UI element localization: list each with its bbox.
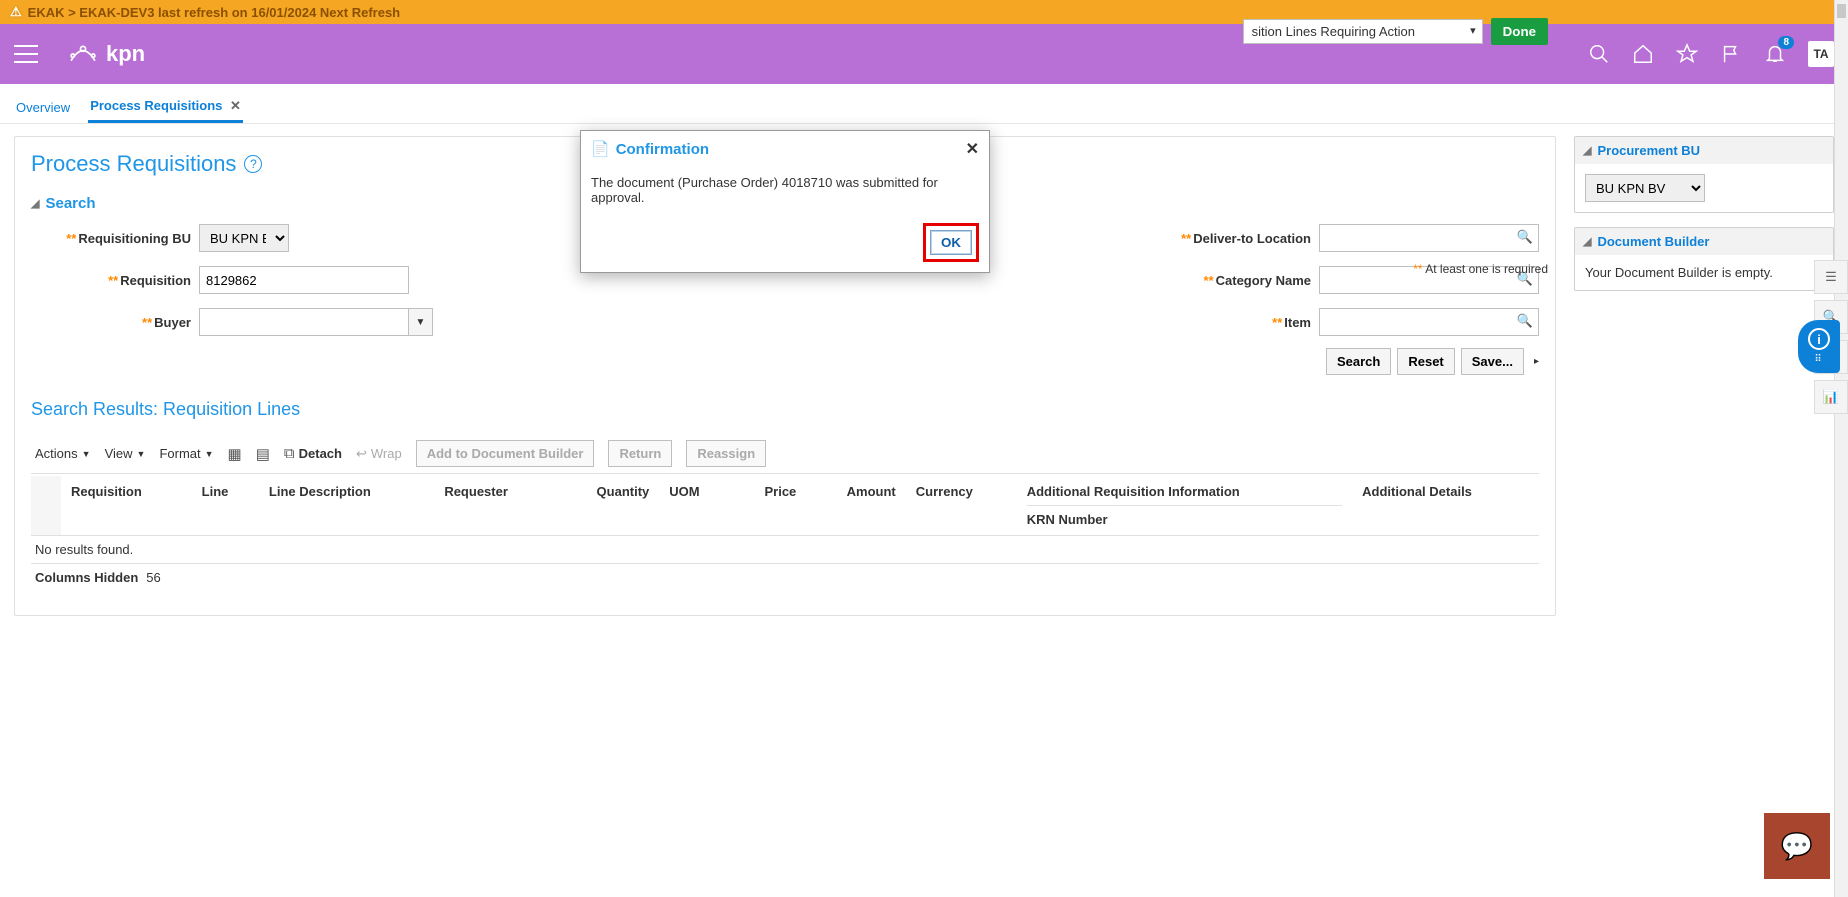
- format-menu[interactable]: Format▼: [159, 446, 213, 461]
- requisition-input[interactable]: [199, 266, 409, 294]
- search-lov-icon[interactable]: 🔍: [1517, 229, 1533, 245]
- procurement-bu-select[interactable]: BU KPN BV: [1585, 174, 1705, 202]
- add-to-doc-builder-button[interactable]: Add to Document Builder: [416, 440, 595, 467]
- confirmation-dialog: 📄 Confirmation ✕ The document (Purchase …: [580, 130, 990, 273]
- brand-text: kpn: [106, 41, 145, 67]
- rail-page-icon[interactable]: ☰: [1814, 260, 1848, 294]
- view-menu[interactable]: View▼: [105, 446, 146, 461]
- results-table: Requisition Line Line Description Reques…: [31, 476, 1539, 536]
- reassign-button[interactable]: Reassign: [686, 440, 766, 467]
- star-icon[interactable]: [1676, 43, 1698, 65]
- crown-icon: [66, 37, 100, 71]
- close-tab-icon[interactable]: ✕: [230, 98, 241, 113]
- results-title: Search Results: Requisition Lines: [31, 399, 1539, 420]
- done-button[interactable]: Done: [1491, 18, 1548, 45]
- dialog-message: The document (Purchase Order) 4018710 wa…: [581, 167, 989, 217]
- chat-icon: 💬: [1781, 831, 1813, 862]
- columns-hidden-row: Columns Hidden56: [31, 564, 1539, 591]
- requisitioning-bu-select[interactable]: BU KPN BV: [199, 224, 289, 252]
- search-lov-icon[interactable]: 🔍: [1517, 313, 1533, 329]
- label-deliver-to: **Deliver-to Location: [1151, 231, 1311, 246]
- no-results-text: No results found.: [31, 536, 1539, 564]
- col-line-description[interactable]: Line Description: [259, 476, 434, 536]
- ok-highlight: OK: [923, 223, 979, 262]
- wrap-button[interactable]: ↩Wrap: [356, 446, 402, 462]
- item-input[interactable]: [1319, 308, 1539, 336]
- home-icon[interactable]: [1632, 43, 1654, 65]
- user-avatar[interactable]: TA: [1808, 41, 1834, 67]
- col-price[interactable]: Price: [732, 476, 807, 536]
- help-icon[interactable]: ?: [244, 155, 262, 173]
- menu-icon[interactable]: [14, 45, 38, 63]
- actions-menu[interactable]: Actions▼: [35, 446, 91, 461]
- warning-text: EKAK > EKAK-DEV3 last refresh on 16/01/2…: [28, 5, 400, 20]
- search-button[interactable]: Search: [1326, 348, 1391, 375]
- chat-fab[interactable]: 💬: [1764, 813, 1830, 879]
- buyer-input[interactable]: [199, 308, 409, 336]
- close-icon[interactable]: ✕: [966, 139, 979, 159]
- col-addl-details[interactable]: Additional Details: [1352, 476, 1539, 536]
- detach-icon: ⧉: [284, 445, 295, 462]
- view-selector[interactable]: sition Lines Requiring Action: [1243, 19, 1483, 44]
- collapse-icon[interactable]: ◢: [1583, 235, 1591, 248]
- doc-builder-empty-text: Your Document Builder is empty.: [1585, 265, 1823, 280]
- environment-warning-bar: ⚠ EKAK > EKAK-DEV3 last refresh on 16/01…: [0, 0, 1848, 24]
- return-button[interactable]: Return: [608, 440, 672, 467]
- label-requisition: **Requisition: [31, 273, 191, 288]
- notifications-button[interactable]: 8: [1764, 42, 1786, 67]
- col-line[interactable]: Line: [192, 476, 259, 536]
- label-item: **Item: [1151, 315, 1311, 330]
- tab-process-requisitions[interactable]: Process Requisitions ✕: [88, 92, 243, 123]
- col-amount[interactable]: Amount: [806, 476, 905, 536]
- collapse-icon: ◢: [31, 197, 39, 210]
- procurement-bu-panel: ◢Procurement BU BU KPN BV: [1574, 136, 1834, 213]
- brand-logo[interactable]: kpn: [66, 37, 145, 71]
- results-toolbar: Actions▼ View▼ Format▼ ▦ ▤ ⧉Detach ↩Wrap…: [31, 434, 1539, 474]
- flag-icon[interactable]: [1720, 43, 1742, 65]
- label-buyer: **Buyer: [31, 315, 191, 330]
- reset-button[interactable]: Reset: [1397, 348, 1454, 375]
- confirm-icon: 📄: [591, 140, 610, 158]
- document-builder-panel: ◢Document Builder Your Document Builder …: [1574, 227, 1834, 291]
- columns-icon[interactable]: ▤: [256, 445, 270, 463]
- col-requester[interactable]: Requester: [434, 476, 554, 536]
- warning-icon: ⚠: [10, 4, 22, 20]
- rail-chart-icon[interactable]: 📊: [1814, 380, 1848, 414]
- info-icon: i: [1808, 328, 1830, 350]
- page-tabs: Overview Process Requisitions ✕: [0, 84, 1848, 124]
- freeze-icon[interactable]: ▦: [228, 445, 242, 463]
- detach-button[interactable]: ⧉Detach: [284, 445, 342, 462]
- collapse-icon[interactable]: ◢: [1583, 144, 1591, 157]
- col-currency[interactable]: Currency: [906, 476, 1017, 536]
- label-requisitioning-bu: **Requisitioning BU: [31, 231, 191, 246]
- expand-icon[interactable]: ▸: [1534, 356, 1539, 367]
- col-addl-req-info[interactable]: Additional Requisition Information KRN N…: [1017, 476, 1352, 536]
- app-header: kpn 8 TA: [0, 24, 1848, 84]
- ok-button[interactable]: OK: [930, 230, 972, 255]
- dots-icon: ⠿: [1814, 354, 1823, 365]
- col-uom[interactable]: UOM: [659, 476, 731, 536]
- label-category-name: **Category Name: [1151, 273, 1311, 288]
- notification-badge: 8: [1778, 36, 1794, 49]
- save-button[interactable]: Save...: [1461, 348, 1524, 375]
- at-least-text: ** At least one is required: [1413, 262, 1548, 276]
- deliver-to-input[interactable]: [1319, 224, 1539, 252]
- help-widget[interactable]: i ⠿: [1798, 320, 1840, 373]
- search-icon[interactable]: [1588, 43, 1610, 65]
- col-krn-number: KRN Number: [1027, 505, 1342, 527]
- tab-overview[interactable]: Overview: [14, 94, 72, 121]
- col-requisition[interactable]: Requisition: [61, 476, 192, 536]
- buyer-dropdown-button[interactable]: ▼: [409, 308, 433, 336]
- dialog-title: Confirmation: [616, 141, 709, 158]
- col-quantity[interactable]: Quantity: [555, 476, 660, 536]
- wrap-icon: ↩: [356, 446, 367, 462]
